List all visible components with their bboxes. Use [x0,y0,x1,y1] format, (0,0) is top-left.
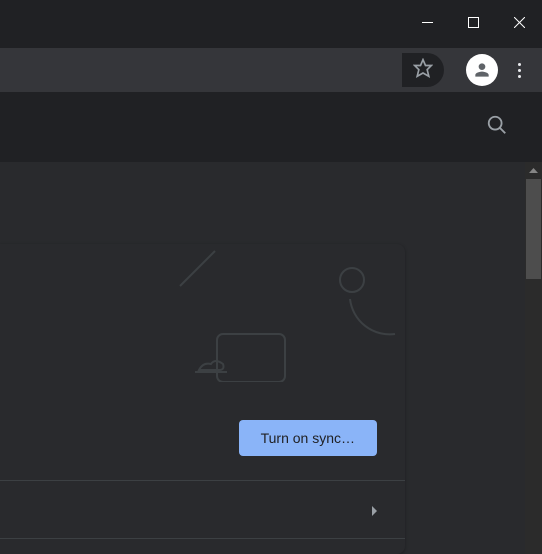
search-icon[interactable] [486,114,508,141]
sync-illustration [0,244,405,404]
turn-on-sync-button[interactable]: Turn on sync… [239,420,377,456]
chevron-right-icon [372,506,377,516]
vertical-scrollbar[interactable] [525,162,542,554]
profile-avatar[interactable] [466,54,498,86]
sync-promo-card: Turn on sync… [0,244,405,554]
kebab-menu-icon [518,63,521,78]
divider [0,538,405,539]
minimize-button[interactable] [404,6,450,38]
scrollbar-thumb[interactable] [526,179,541,279]
browser-menu-button[interactable] [502,53,536,87]
page-header [0,92,542,162]
window-controls [0,0,542,48]
bookmark-star-icon[interactable] [413,58,433,83]
maximize-button[interactable] [450,6,496,38]
scroll-up-button[interactable] [525,162,542,179]
address-bar-end [402,53,444,87]
browser-toolbar [0,48,542,92]
expand-row[interactable] [372,506,377,516]
divider [0,480,405,481]
close-button[interactable] [496,6,542,38]
